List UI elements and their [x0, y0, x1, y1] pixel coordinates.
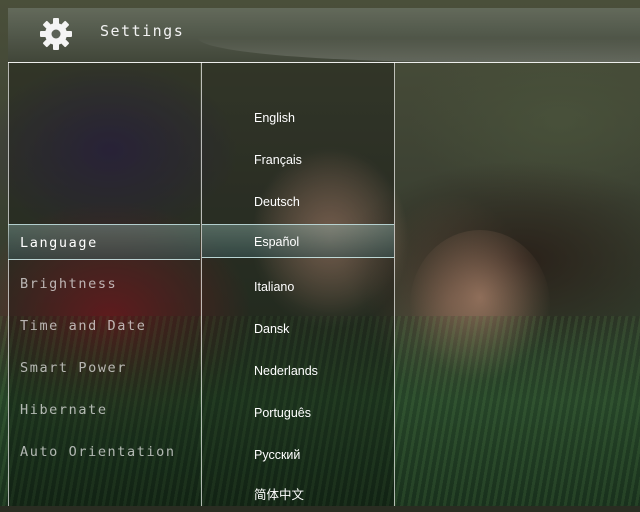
language-option-italiano[interactable]: Italiano: [202, 270, 394, 304]
language-option-nederlands[interactable]: Nederlands: [202, 354, 394, 388]
menu-item-language[interactable]: Language: [8, 224, 200, 260]
menu-item-brightness[interactable]: Brightness: [8, 266, 200, 302]
language-option-dansk[interactable]: Dansk: [202, 312, 394, 346]
column-divider-2: [394, 62, 395, 506]
language-option-deutsch[interactable]: Deutsch: [202, 185, 394, 219]
language-option-portugues[interactable]: Português: [202, 396, 394, 430]
gear-icon: [40, 18, 72, 50]
language-option-russian[interactable]: Русский: [202, 438, 394, 472]
menu-item-auto-orientation[interactable]: Auto Orientation: [8, 434, 200, 470]
menu-item-smart-power[interactable]: Smart Power: [8, 350, 200, 386]
menu-item-time-and-date[interactable]: Time and Date: [8, 308, 200, 344]
language-option-english[interactable]: English: [202, 101, 394, 135]
page-title: Settings: [100, 22, 185, 40]
header-divider: [8, 62, 640, 63]
language-option-espanol[interactable]: Español: [202, 224, 394, 258]
language-option-chinese-simplified[interactable]: 简体中文: [202, 478, 394, 512]
menu-item-hibernate[interactable]: Hibernate: [8, 392, 200, 428]
header: Settings: [8, 8, 640, 63]
language-option-francais[interactable]: Français: [202, 143, 394, 177]
